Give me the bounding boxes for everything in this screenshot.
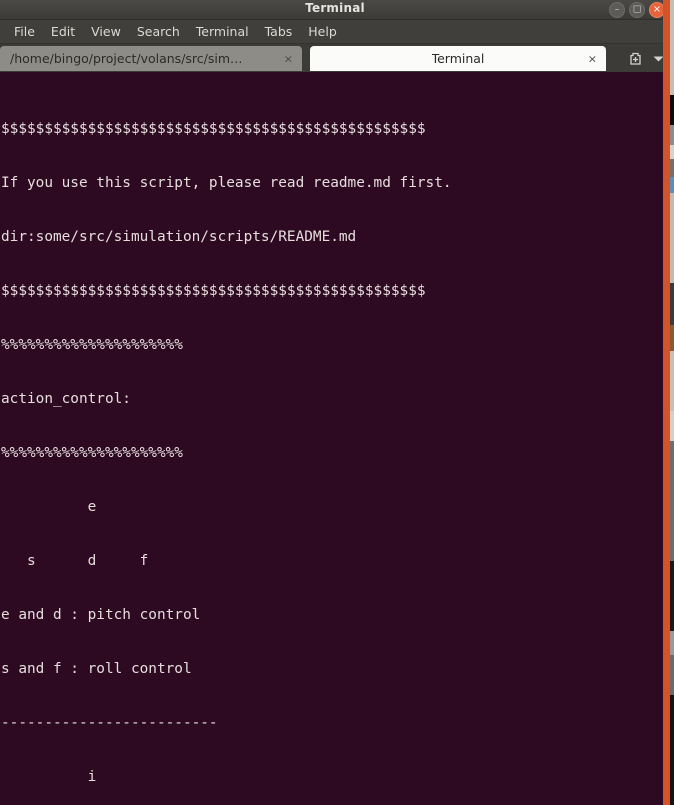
terminal-line: e [1,499,97,515]
window-controls: – □ × [609,2,665,18]
terminal-line: s d f [1,553,149,569]
terminal-line: s and f : roll control [1,661,192,677]
terminal-line: ------------------------- [1,715,218,731]
tab-label: /home/bingo/project/volans/src/sim… [10,51,243,66]
tab-tools [626,49,666,68]
screen: Terminal – □ × File Edit View Search Ter… [0,0,674,805]
terminal-line: %%%%%%%%%%%%%%%%%%%%% [1,445,183,461]
terminal-line: e and d : pitch control [1,607,201,623]
menu-item-edit[interactable]: Edit [43,22,83,41]
terminal-line: If you use this script, please read read… [1,175,452,191]
menu-item-help[interactable]: Help [300,22,345,41]
title-bar: Terminal – □ × [0,0,670,20]
menu-item-file[interactable]: File [6,22,43,41]
tab-close-icon[interactable]: × [588,52,597,65]
terminal-content-area[interactable]: $$$$$$$$$$$$$$$$$$$$$$$$$$$$$$$$$$$$$$$$… [0,72,663,805]
window-title: Terminal [305,1,365,15]
window-right-accent [663,0,670,805]
menu-item-view[interactable]: View [83,22,129,41]
terminal-output: $$$$$$$$$$$$$$$$$$$$$$$$$$$$$$$$$$$$$$$$… [0,84,663,805]
terminal-line: %%%%%%%%%%%%%%%%%%%%% [1,337,183,353]
maximize-icon: □ [632,4,642,15]
tab-label: Terminal [431,51,485,66]
tab-terminal[interactable]: Terminal × [310,46,606,71]
maximize-button[interactable]: □ [629,2,645,18]
terminal-line: dir:some/src/simulation/scripts/README.m… [1,229,357,245]
close-icon: × [652,4,662,15]
terminal-line: i [1,769,97,785]
minimize-button[interactable]: – [609,2,625,18]
terminal-line: action_control: [1,391,131,407]
menu-bar: File Edit View Search Terminal Tabs Help [0,20,670,44]
tab-close-icon[interactable]: × [284,52,293,65]
terminal-line: $$$$$$$$$$$$$$$$$$$$$$$$$$$$$$$$$$$$$$$$… [1,121,426,137]
menu-item-terminal[interactable]: Terminal [188,22,257,41]
tab-bar: /home/bingo/project/volans/src/sim… × Te… [0,44,670,71]
menu-item-tabs[interactable]: Tabs [257,22,301,41]
menu-item-search[interactable]: Search [129,22,188,41]
terminal-window: Terminal – □ × File Edit View Search Ter… [0,0,670,805]
tab-simulation[interactable]: /home/bingo/project/volans/src/sim… × [0,46,302,71]
new-tab-icon[interactable] [626,49,645,68]
minimize-icon: – [614,4,620,15]
terminal-line: $$$$$$$$$$$$$$$$$$$$$$$$$$$$$$$$$$$$$$$$… [1,283,426,299]
